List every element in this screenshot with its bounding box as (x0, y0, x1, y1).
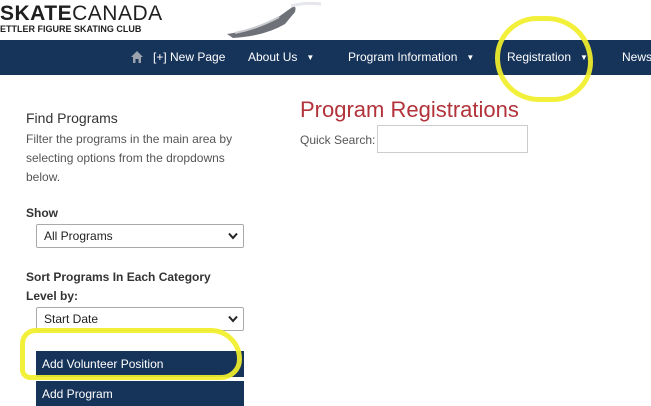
caret-down-icon: ▼ (466, 53, 475, 62)
home-icon[interactable] (130, 50, 144, 64)
quick-search-label: Quick Search: (300, 133, 376, 147)
site-logo[interactable]: SKATECANADA ETTLER FIGURE SKATING CLUB (0, 2, 163, 35)
sidebar-title: Find Programs (26, 110, 118, 126)
nav-item-program-information[interactable]: Program Information ▼ (348, 40, 474, 75)
logo-wordmark: SKATECANADA (0, 2, 163, 25)
show-select[interactable]: All Programs (36, 224, 244, 248)
nav-label: [+] New Page (153, 50, 226, 64)
nav-item-news[interactable]: News (622, 40, 651, 75)
club-name: ETTLER FIGURE SKATING CLUB (0, 24, 142, 34)
quick-search-input[interactable] (377, 125, 528, 153)
caret-down-icon: ▼ (306, 53, 315, 62)
sidebar-description: Filter the programs in the main area by … (26, 132, 233, 184)
nav-label: About Us (248, 50, 298, 64)
nav-item-about-us[interactable]: About Us ▼ (248, 40, 314, 75)
sort-label: Sort Programs In Each Category Level by: (26, 270, 211, 303)
show-label: Show (26, 206, 58, 220)
nav-label: Program Information (348, 50, 458, 64)
highlight-registration (495, 16, 593, 102)
page-title: Program Registrations (300, 97, 519, 122)
nav-label: News (622, 50, 651, 64)
skate-blade-image (227, 1, 322, 39)
chevron-down-icon (228, 232, 238, 240)
show-select-value: All Programs (44, 229, 113, 243)
nav-item-new-page[interactable]: [+] New Page (153, 40, 225, 75)
filter-sidebar: Find Programs Filter the programs in the… (26, 110, 246, 187)
add-program-button[interactable]: Add Program (36, 381, 244, 406)
highlight-add-volunteer (20, 328, 242, 380)
sort-select-value: Start Date (44, 312, 99, 326)
chevron-down-icon (228, 315, 238, 323)
